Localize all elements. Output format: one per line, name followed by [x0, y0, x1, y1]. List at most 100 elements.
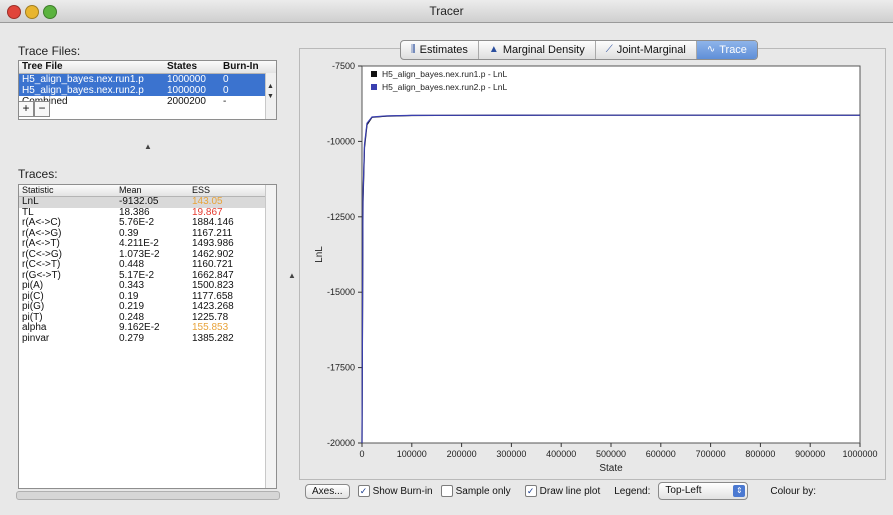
sample-only-check-icon[interactable]	[440, 485, 453, 497]
trace-row[interactable]: r(A<->T) 4.211E-2 1493.986	[19, 238, 276, 250]
legend-swatch	[371, 84, 377, 90]
file-name: H5_align_bayes.nex.run2.p	[22, 85, 144, 96]
plot-panel: -7500 -10000 -12500 -15000 -17500 -20000 0 1000…	[299, 48, 886, 480]
y-tick-label: -7500	[332, 61, 355, 71]
file-burnin[interactable]: 0	[223, 74, 229, 85]
window-title: Tracer	[429, 4, 464, 18]
trace-statistic: pinvar	[22, 332, 50, 344]
x-tick-label: 200000	[447, 449, 477, 459]
header-states[interactable]: States	[167, 61, 197, 72]
y-tick-label: -20000	[327, 438, 355, 448]
add-file-button[interactable]: +	[18, 101, 34, 117]
scroll-down-icon[interactable]: ▼	[267, 93, 274, 100]
trace-row[interactable]: pi(A) 0.343 1500.823	[19, 280, 276, 292]
y-tick-label: -15000	[327, 287, 355, 297]
pane-divider-handle-icon[interactable]: ▲	[288, 271, 296, 280]
trace-statistic: alpha	[22, 322, 47, 333]
x-tick-label: 100000	[397, 449, 427, 459]
sample-only-label: Sample only	[455, 485, 511, 497]
x-tick-label: 1000000	[842, 449, 877, 459]
x-tick-label: 700000	[696, 449, 726, 459]
scroll-up-icon[interactable]: ▲	[267, 83, 274, 90]
trace-mean: 5.76E-2	[119, 217, 155, 228]
trace-row[interactable]: pi(G) 0.219 1423.268	[19, 301, 276, 313]
tab-joint-marginal[interactable]: ⟋ Joint-Marginal	[596, 41, 697, 59]
file-burnin[interactable]: -	[223, 96, 226, 107]
trace-ess: 1385.282	[192, 332, 234, 344]
draw-line-label: Draw line plot	[539, 485, 601, 497]
files-table-header: Tree File States Burn-In	[19, 61, 276, 74]
tab-label: Joint-Marginal	[616, 44, 686, 56]
remove-file-button[interactable]: −	[34, 101, 50, 117]
sample-only-checkbox[interactable]: Sample only	[440, 485, 511, 497]
trace-ess: 143.05	[192, 196, 223, 207]
trace-plot[interactable]: -7500 -10000 -12500 -15000 -17500 -20000 0 1000…	[300, 49, 885, 479]
trace-statistic: LnL	[22, 196, 39, 207]
files-scrollbar[interactable]: ▲ ▼	[265, 73, 276, 119]
trace-row[interactable]: r(C<->T) 0.448 1160.721	[19, 259, 276, 271]
trace-ess: 155.853	[192, 322, 229, 333]
trace-mean: 0.279	[119, 332, 145, 344]
tab-estimates[interactable]: ⫼ Estimates	[401, 41, 479, 59]
file-name: H5_align_bayes.nex.run1.p	[22, 74, 144, 85]
header-ess[interactable]: ESS	[192, 185, 210, 196]
trace-ess: 1884.146	[192, 217, 234, 228]
trace-row[interactable]: LnL -9132.05 143.05	[19, 196, 276, 208]
trace-ess: 1160.721	[192, 259, 233, 270]
x-tick-label: 800000	[745, 449, 775, 459]
colour-by-label: Colour by:	[770, 485, 816, 497]
show-burnin-checkbox[interactable]: ✓ Show Burn-in	[357, 485, 433, 497]
tab-trace[interactable]: ∿ Trace	[696, 41, 757, 59]
axes-button[interactable]: Axes...	[305, 483, 350, 499]
trace-ess: 1493.986	[192, 238, 234, 249]
legend-select[interactable]: Top-Left ⇕	[658, 482, 749, 500]
plot-controls: Axes... ✓ Show Burn-in Sample only ✓ Dra…	[305, 480, 816, 502]
x-tick-label: 0	[359, 449, 364, 459]
traces-table: Statistic Mean ESS LnL -9132.05 143.05 TL 18…	[18, 184, 277, 489]
trace-mean: 0.343	[119, 280, 145, 291]
trace-row[interactable]: pi(C) 0.19 1177.658	[19, 291, 276, 303]
file-row[interactable]: H5_align_bayes.nex.run2.p 1000000 0	[19, 85, 276, 96]
trace-row[interactable]: r(G<->T) 5.17E-2 1662.847	[19, 270, 276, 282]
joint-marginal-icon: ⟋	[605, 44, 613, 55]
header-burnin[interactable]: Burn-In	[223, 61, 259, 72]
legend-swatch	[371, 71, 377, 77]
x-tick-label: 400000	[546, 449, 576, 459]
y-tick-label: -10000	[327, 136, 355, 146]
trace-row[interactable]: r(A<->C) 5.76E-2 1884.146	[19, 217, 276, 229]
trace-ess: 1500.823	[192, 280, 234, 291]
x-tick-label: 600000	[646, 449, 676, 459]
marginal-density-icon: ▲	[488, 44, 499, 55]
splitter-handle-icon[interactable]: ▲	[144, 142, 152, 151]
trace-row[interactable]: alpha 9.162E-2 155.853	[19, 322, 276, 334]
traces-scrollbar[interactable]	[265, 185, 276, 488]
x-tick-label: 300000	[496, 449, 526, 459]
trace-icon: ∿	[706, 44, 716, 55]
header-statistic[interactable]: Statistic	[22, 185, 54, 196]
view-tabs: ⫼ Estimates ▲ Marginal Density ⟋ Joint-Margin…	[400, 40, 758, 60]
horizontal-scrollbar[interactable]	[16, 491, 280, 500]
trace-statistic: pi(G)	[22, 301, 45, 312]
trace-mean: 0.448	[119, 259, 145, 270]
file-row[interactable]: Combined2000200-	[19, 96, 276, 107]
y-tick-label: -17500	[327, 363, 355, 373]
trace-statistic: r(A<->C)	[22, 217, 61, 228]
tab-label: Estimates	[419, 44, 468, 56]
select-arrows-icon: ⇕	[733, 485, 746, 497]
legend-label: Legend:	[614, 485, 651, 497]
file-row[interactable]: H5_align_bayes.nex.run1.p 1000000 0	[19, 74, 276, 85]
traces-label: Traces:	[18, 167, 58, 181]
header-mean[interactable]: Mean	[119, 185, 142, 196]
tab-label: Marginal Density	[502, 44, 585, 56]
tab-marginal-density[interactable]: ▲ Marginal Density	[479, 41, 596, 59]
draw-line-plot-checkbox[interactable]: ✓ Draw line plot	[524, 485, 601, 497]
header-tree-file[interactable]: Tree File	[22, 61, 63, 72]
trace-mean: 9.162E-2	[119, 322, 160, 333]
y-tick-label: -12500	[327, 212, 355, 222]
trace-statistic: r(A<->T)	[22, 238, 60, 249]
trace-row[interactable]: pinvar 0.279 1385.282	[19, 332, 276, 345]
show-burnin-check-icon[interactable]: ✓	[357, 485, 370, 497]
file-burnin[interactable]: 0	[223, 85, 229, 96]
draw-line-check-icon[interactable]: ✓	[524, 485, 537, 497]
trace-statistic: r(C<->T)	[22, 259, 61, 270]
